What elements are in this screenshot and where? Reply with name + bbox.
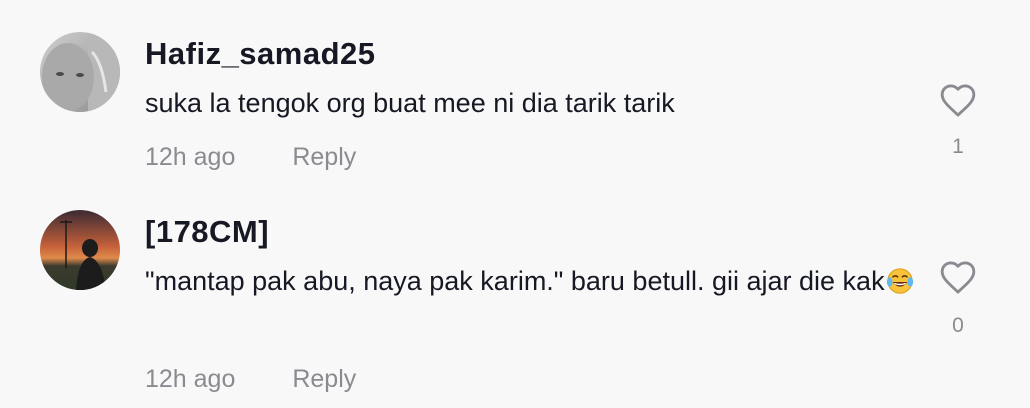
reply-button[interactable]: Reply	[292, 143, 356, 171]
heart-outline-icon[interactable]	[939, 259, 977, 295]
like-count: 1	[952, 135, 964, 158]
user-avatar[interactable]	[40, 32, 120, 112]
comment-item: Hafiz_samad25 suka la tengok org buat me…	[0, 0, 1030, 200]
comment-text: suka la tengok org buat mee ni dia tarik…	[145, 88, 675, 118]
reply-button[interactable]: Reply	[292, 365, 356, 393]
comment-meta: 12h ago Reply	[145, 365, 356, 394]
face-with-tears-of-joy-emoji	[886, 268, 913, 294]
comment-text: "mantap pak abu, naya pak karim." baru b…	[145, 259, 915, 304]
comment-item: [178CM] "mantap pak abu, naya pak karim.…	[0, 200, 1030, 408]
like-count: 0	[952, 314, 964, 337]
comment-text-body: "mantap pak abu, naya pak karim." baru b…	[145, 266, 885, 296]
comment-username[interactable]: [178CM]	[145, 214, 269, 250]
avatar-photo	[40, 32, 120, 112]
heart-outline-icon[interactable]	[939, 82, 977, 118]
avatar-photo	[40, 210, 120, 290]
comment-timestamp: 12h ago	[145, 143, 236, 171]
comment-timestamp: 12h ago	[145, 365, 236, 393]
user-avatar[interactable]	[40, 210, 120, 290]
comment-meta: 12h ago Reply	[145, 143, 356, 172]
comment-username[interactable]: Hafiz_samad25	[145, 36, 376, 72]
